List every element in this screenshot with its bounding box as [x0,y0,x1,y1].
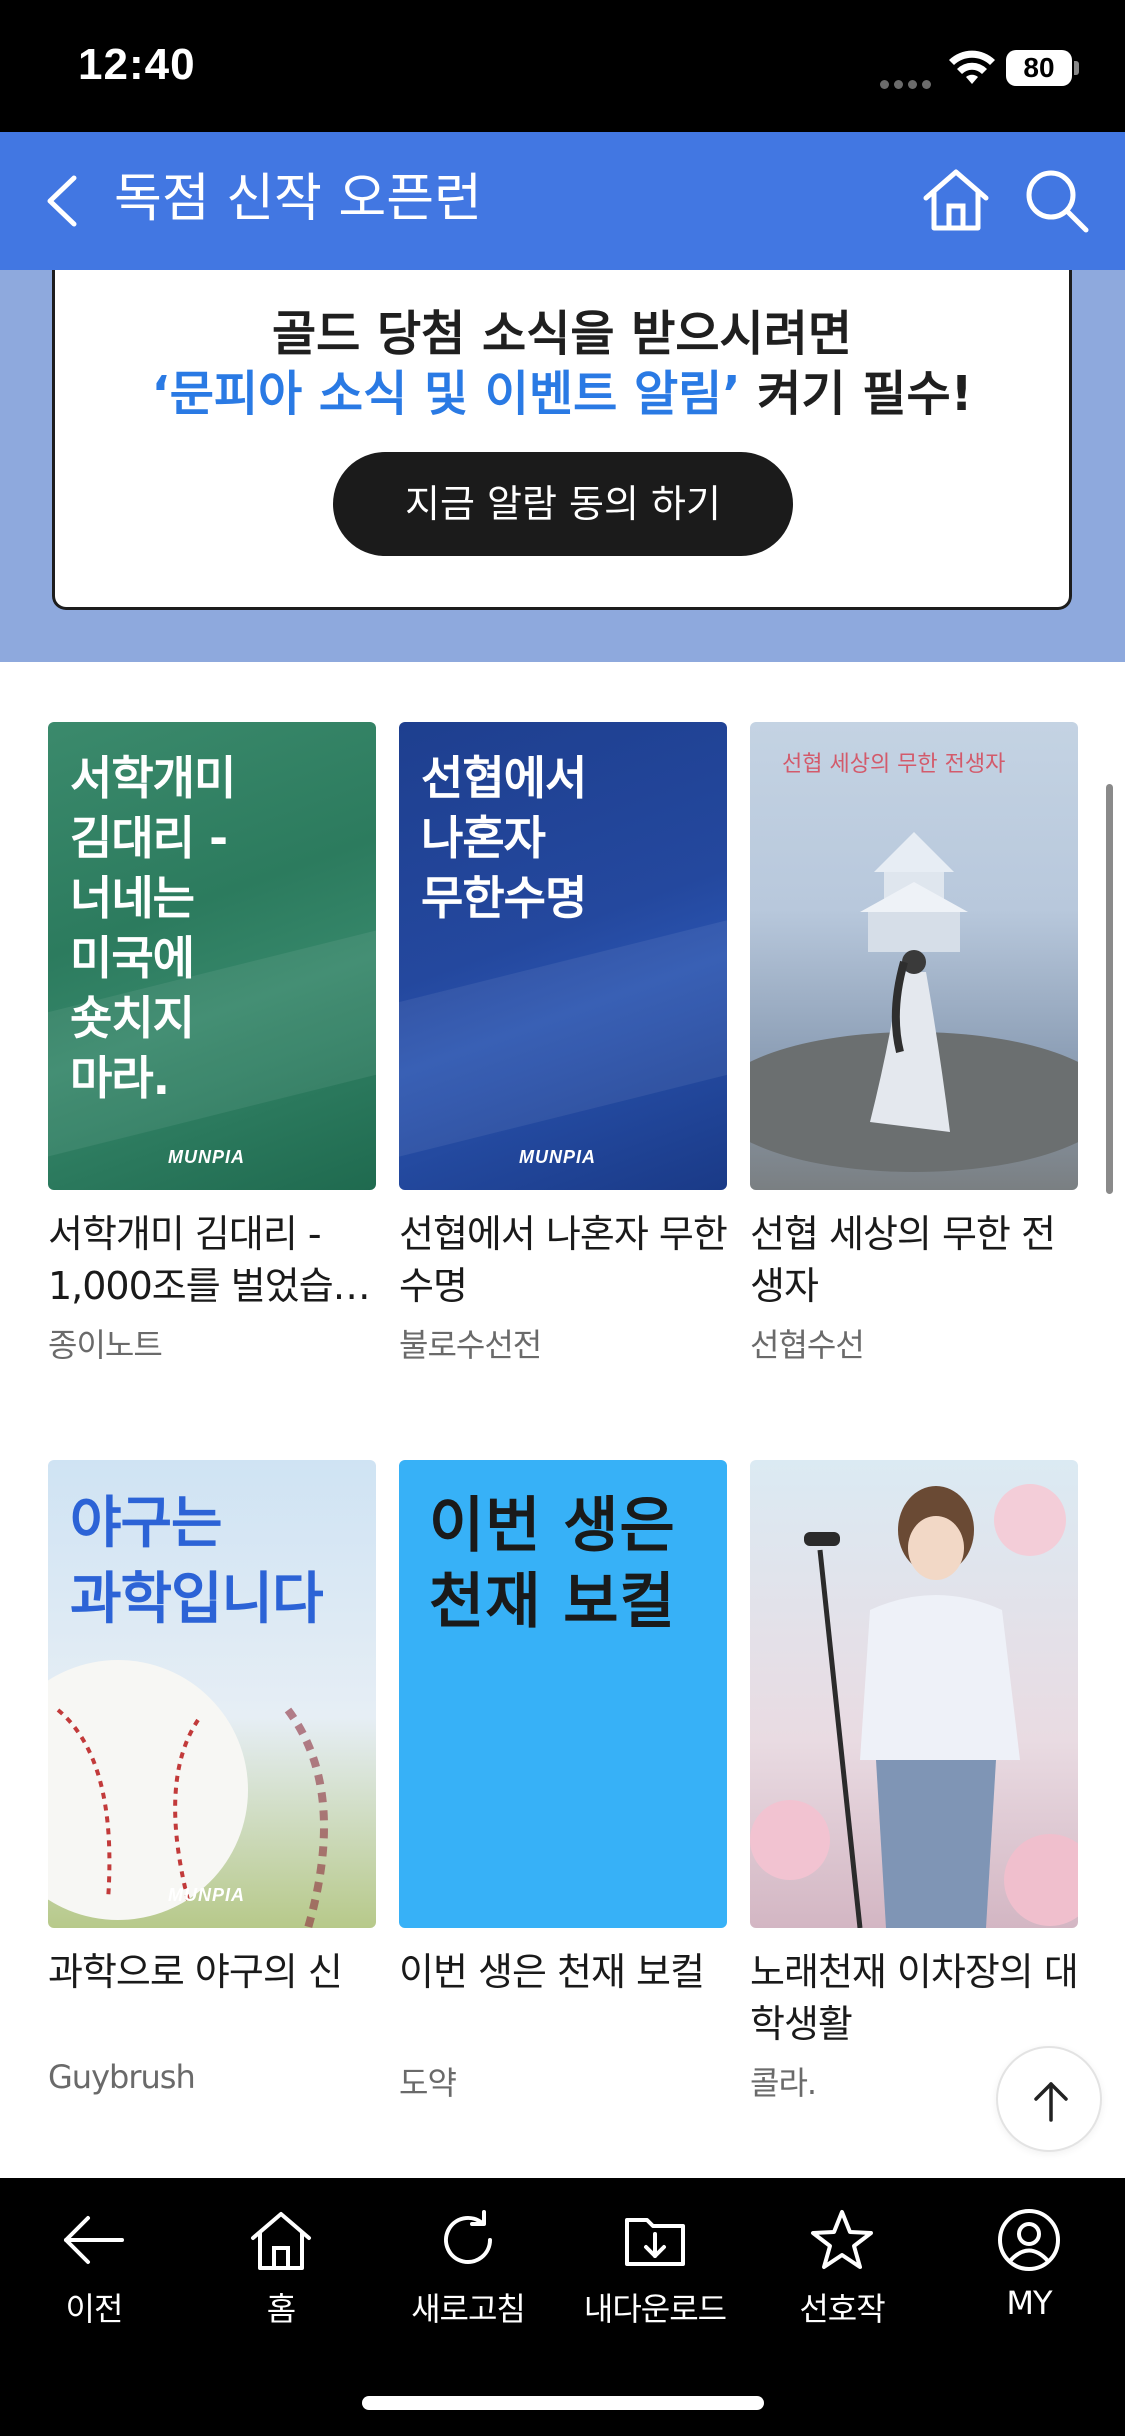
book-author: Guybrush [48,2058,196,2096]
refresh-icon [444,2210,492,2264]
nav-back-label: 이전 [65,2290,124,2328]
book-item[interactable]: 이번 생은 천재 보컬 이번 생은 천재 보컬 도약 [399,1460,727,2104]
cover-title: 서학개미 김대리 - 너네는 미국에 숏치지 마라. [70,751,236,1105]
cover-title: 선협에서 나혼자 무한수명 [421,751,587,925]
nav-my[interactable]: MY [935,2206,1123,2322]
book-cover[interactable]: 선협 세상의 무한 전생자 [750,722,1078,1190]
nav-favorites[interactable]: 선호작 [748,2206,936,2330]
book-item[interactable]: 서학개미 김대리 - 너네는 미국에 숏치지 마라. MUNPIA 서학개미 김… [48,722,376,1366]
book-title[interactable]: 과학으로 야구의 신 [48,1946,376,2050]
book-item[interactable]: 선협에서 나혼자 무한수명 MUNPIA 선협에서 나혼자 무한수명 불로수선전 [399,722,727,1366]
banner-subheadline: ‘문피아 소식 및 이벤트 알림’ 켜기 필수! [55,354,1069,424]
home-indicator[interactable] [362,2396,764,2410]
banner-card: 골드 당첨 소식을 받으시려면 ‘문피아 소식 및 이벤트 알림’ 켜기 필수!… [52,270,1072,610]
book-cover[interactable]: 선협에서 나혼자 무한수명 MUNPIA [399,722,727,1190]
nav-my-label: MY [1006,2284,1052,2322]
home-icon [251,2212,311,2270]
baseball-illustration [48,1660,328,1928]
battery-tip [1074,61,1079,75]
page: 12:40 80 독점 신작 오픈런 골드 당첨 소식을 받으시려면 ‘문피아 … [0,0,1125,2436]
wifi-icon [949,50,995,84]
munpia-logo: MUNPIA [168,1147,245,1167]
nav-downloads[interactable]: 내다운로드 [561,2206,749,2330]
cover-illustration [750,1484,1078,1928]
nav-home-label: 홈 [266,2290,296,2328]
scrollbar[interactable] [1106,784,1113,1194]
munpia-logo: MUNPIA [168,1885,245,1905]
book-author: 불로수선전 [399,1326,542,1364]
arrow-left-icon [64,2216,124,2264]
banner-rest: 켜기 필수! [740,366,973,422]
book-title[interactable]: 선협에서 나혼자 무한수명 [399,1208,727,1312]
event-banner: 골드 당첨 소식을 받으시려면 ‘문피아 소식 및 이벤트 알림’ 켜기 필수!… [0,270,1125,662]
nav-refresh-label: 새로고침 [411,2290,526,2328]
app-header: 독점 신작 오픈런 [0,132,1125,270]
search-icon[interactable] [1020,164,1092,236]
book-title[interactable]: 노래천재 이차장의 대학생활 [750,1946,1078,2050]
scroll-to-top-button[interactable] [996,2046,1102,2152]
book-cover[interactable]: 서학개미 김대리 - 너네는 미국에 숏치지 마라. MUNPIA [48,722,376,1190]
book-cover[interactable] [750,1460,1078,1928]
book-title[interactable]: 이번 생은 천재 보컬 [399,1946,727,2050]
star-icon [811,2210,873,2269]
notification-consent-button[interactable]: 지금 알람 동의 하기 [333,452,793,556]
book-author: 도약 [399,2064,457,2102]
nav-refresh[interactable]: 새로고침 [374,2206,562,2330]
book-cover[interactable]: 야구는 과학입니다 MUNPIA [48,1460,376,1928]
banner-highlight: ‘문피아 소식 및 이벤트 알림’ [151,366,741,422]
arrow-up-icon [1034,2082,1068,2122]
book-author: 선협수선 [750,1326,865,1364]
status-time: 12:40 [78,40,196,89]
munpia-logo: MUNPIA [519,1147,596,1167]
nav-favorites-label: 선호작 [799,2290,885,2328]
book-cover[interactable]: 이번 생은 천재 보컬 [399,1460,727,1928]
nav-back[interactable]: 이전 [0,2206,188,2330]
nav-home[interactable]: 홈 [187,2206,375,2330]
user-profile-icon [998,2209,1060,2271]
book-item[interactable]: 선협 세상의 무한 전생자 선협 세상의 무한 전생자 선협수선 [750,722,1078,1366]
battery-icon: 80 [1006,50,1072,86]
download-folder-icon [625,2218,685,2266]
signal-icon [880,74,936,89]
page-title: 독점 신작 오픈런 [114,169,482,229]
book-item[interactable]: 야구는 과학입니다 MUNPIA 과학으로 야구의 신 Guybrush [48,1460,376,2096]
book-item[interactable]: 노래천재 이차장의 대학생활 콜라. [750,1460,1078,2104]
book-author: 종이노트 [48,1326,163,1364]
cover-title: 이번 생은 천재 보컬 [429,1491,676,1637]
book-title[interactable]: 선협 세상의 무한 전생자 [750,1208,1078,1312]
book-title[interactable]: 서학개미 김대리 - 1,000조를 벌었습… [48,1208,376,1312]
nav-downloads-label: 내다운로드 [583,2290,727,2328]
back-arrow-icon[interactable] [36,166,96,236]
cover-illustration [750,832,1078,1172]
status-bar: 12:40 80 [0,0,1125,132]
home-icon[interactable] [918,162,994,238]
